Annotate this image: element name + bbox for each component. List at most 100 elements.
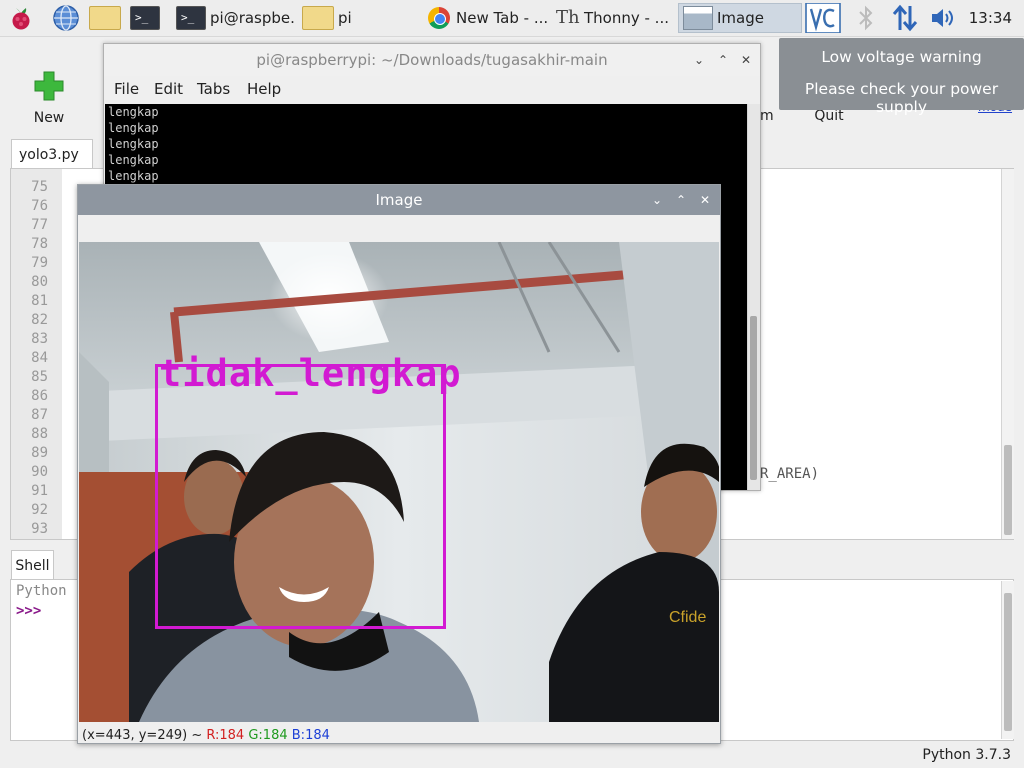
- line-number: 87: [31, 407, 48, 423]
- terminal-title: pi@raspberrypi: ~/Downloads/tugasakhir-m…: [256, 51, 608, 69]
- raspberry-menu-button[interactable]: [6, 3, 36, 33]
- task-terminal[interactable]: >_ pi@raspbe...: [172, 3, 296, 33]
- image-window-titlebar[interactable]: Image ⌄ ⌃ ✕: [78, 185, 720, 215]
- detection-box: [155, 364, 446, 629]
- task-label: Image: [717, 9, 764, 27]
- editor-tab-label: yolo3.py: [19, 147, 79, 163]
- scrollbar-thumb[interactable]: [1004, 593, 1012, 731]
- shirt-print: Cfide: [669, 609, 706, 626]
- line-number: 75: [31, 179, 48, 195]
- speaker-icon: [932, 9, 953, 27]
- volume-tray-button[interactable]: [929, 3, 957, 33]
- network-arrows-icon: [892, 4, 918, 32]
- line-number: 82: [31, 312, 48, 328]
- line-number: 84: [31, 350, 48, 366]
- bluetooth-tray-button[interactable]: [856, 3, 876, 33]
- menu-tabs[interactable]: Tabs: [197, 80, 230, 98]
- line-number: 85: [31, 369, 48, 385]
- browser-launcher[interactable]: [51, 3, 81, 33]
- task-label: pi@raspbe...: [210, 9, 296, 27]
- terminal-scrollbar[interactable]: [747, 104, 760, 490]
- camera-frame[interactable]: Cfide tidak_lengkap: [79, 242, 719, 722]
- terminal-line: lengkap: [108, 121, 159, 135]
- network-tray-button[interactable]: [890, 3, 920, 33]
- taskbar: >_ >_ pi@raspbe... pi New Tab - ... Th T…: [0, 0, 1024, 37]
- editor-tab-yolo3[interactable]: yolo3.py ✕: [11, 139, 93, 192]
- pixel-blue-value: B:184: [291, 728, 330, 743]
- new-label: New: [33, 110, 65, 126]
- folder-icon: [89, 6, 121, 30]
- editor-scrollbar[interactable]: [1001, 169, 1014, 539]
- line-number: 93: [31, 521, 48, 537]
- menu-edit[interactable]: Edit: [154, 80, 183, 98]
- low-voltage-notification[interactable]: Low voltage warning Please check your po…: [779, 38, 1024, 116]
- image-window: Image ⌄ ⌃ ✕ Cfide tidak_lengkap (x=443, …: [77, 184, 721, 744]
- image-window-title: Image: [375, 191, 423, 209]
- image-window-icon: [683, 6, 713, 30]
- line-number: 91: [31, 483, 48, 499]
- detection-label: tidak_lengkap: [159, 352, 462, 395]
- thonny-icon: Th: [556, 7, 580, 28]
- task-image[interactable]: Image: [678, 3, 802, 33]
- plus-icon: [34, 71, 64, 101]
- new-button[interactable]: New: [22, 70, 76, 126]
- chevron-down-icon[interactable]: ⌄: [690, 44, 708, 76]
- line-number: 89: [31, 445, 48, 461]
- task-label: New Tab - ...: [456, 9, 549, 27]
- maximize-icon[interactable]: ⌃: [714, 44, 732, 76]
- run-label-partial: m: [760, 108, 774, 124]
- maximize-icon[interactable]: ⌃: [672, 185, 690, 215]
- pixel-status-bar: (x=443, y=249) ~ R:184 G:184 B:184: [82, 728, 330, 743]
- task-file-manager[interactable]: pi: [298, 3, 422, 33]
- terminal-line: lengkap: [108, 105, 159, 119]
- shell-prompt: >>>: [16, 603, 42, 619]
- task-label: Thonny - ...: [584, 9, 669, 27]
- clock[interactable]: 13:34: [969, 0, 1012, 36]
- line-number: 92: [31, 502, 48, 518]
- pixel-red-value: R:184: [206, 728, 245, 743]
- notification-message: Please check your power supply: [804, 80, 999, 116]
- task-chromium[interactable]: New Tab - ...: [424, 3, 550, 33]
- terminal-titlebar[interactable]: pi@raspberrypi: ~/Downloads/tugasakhir-m…: [104, 44, 760, 76]
- cursor-coords: (x=443, y=249) ~: [82, 728, 203, 743]
- code-text: R_AREA): [760, 466, 820, 482]
- line-number: 79: [31, 255, 48, 271]
- terminal-icon: >_: [130, 6, 160, 30]
- scrollbar-thumb[interactable]: [750, 316, 757, 480]
- pixel-green-value: G:184: [248, 728, 288, 743]
- terminal-icon: >_: [176, 6, 206, 30]
- terminal-line: lengkap: [108, 137, 159, 151]
- python-version-status: Python 3.7.3: [922, 747, 1011, 763]
- line-number: 77: [31, 217, 48, 233]
- line-number-gutter: 75 76 77 78 79 80 81 82 83 84 85 86 87 88 89 90 91 92 93: [11, 169, 62, 539]
- shell-banner: Python: [16, 583, 67, 599]
- close-icon[interactable]: ✕: [696, 185, 714, 215]
- terminal-menubar: File Edit Tabs Help: [104, 76, 760, 104]
- vnc-tray-button[interactable]: [805, 3, 841, 33]
- close-icon[interactable]: ✕: [737, 44, 755, 76]
- menu-help[interactable]: Help: [247, 80, 281, 98]
- line-number: 78: [31, 236, 48, 252]
- scrollbar-thumb[interactable]: [1004, 445, 1012, 535]
- run-button-partial[interactable]: m: [760, 108, 774, 124]
- menu-file[interactable]: File: [114, 80, 139, 98]
- line-number: 90: [31, 464, 48, 480]
- terminal-line: lengkap: [108, 169, 159, 183]
- task-thonny[interactable]: Th Thonny - ...: [552, 3, 676, 33]
- shell-scrollbar[interactable]: [1001, 581, 1014, 739]
- line-number: 88: [31, 426, 48, 442]
- shell-tab[interactable]: Shell: [11, 550, 54, 580]
- vnc-icon: [805, 3, 841, 33]
- terminal-line: lengkap: [108, 153, 159, 167]
- terminal-launcher[interactable]: >_: [130, 3, 164, 33]
- notification-title: Low voltage warning: [821, 48, 982, 66]
- folder-icon: [302, 6, 334, 30]
- file-manager-launcher[interactable]: [89, 3, 125, 33]
- bluetooth-icon: [859, 5, 873, 31]
- raspberry-icon: [12, 8, 30, 30]
- chromium-icon: [428, 7, 450, 29]
- chevron-down-icon[interactable]: ⌄: [648, 185, 666, 215]
- line-number: 76: [31, 198, 48, 214]
- task-label: pi: [338, 9, 352, 27]
- line-number: 80: [31, 274, 48, 290]
